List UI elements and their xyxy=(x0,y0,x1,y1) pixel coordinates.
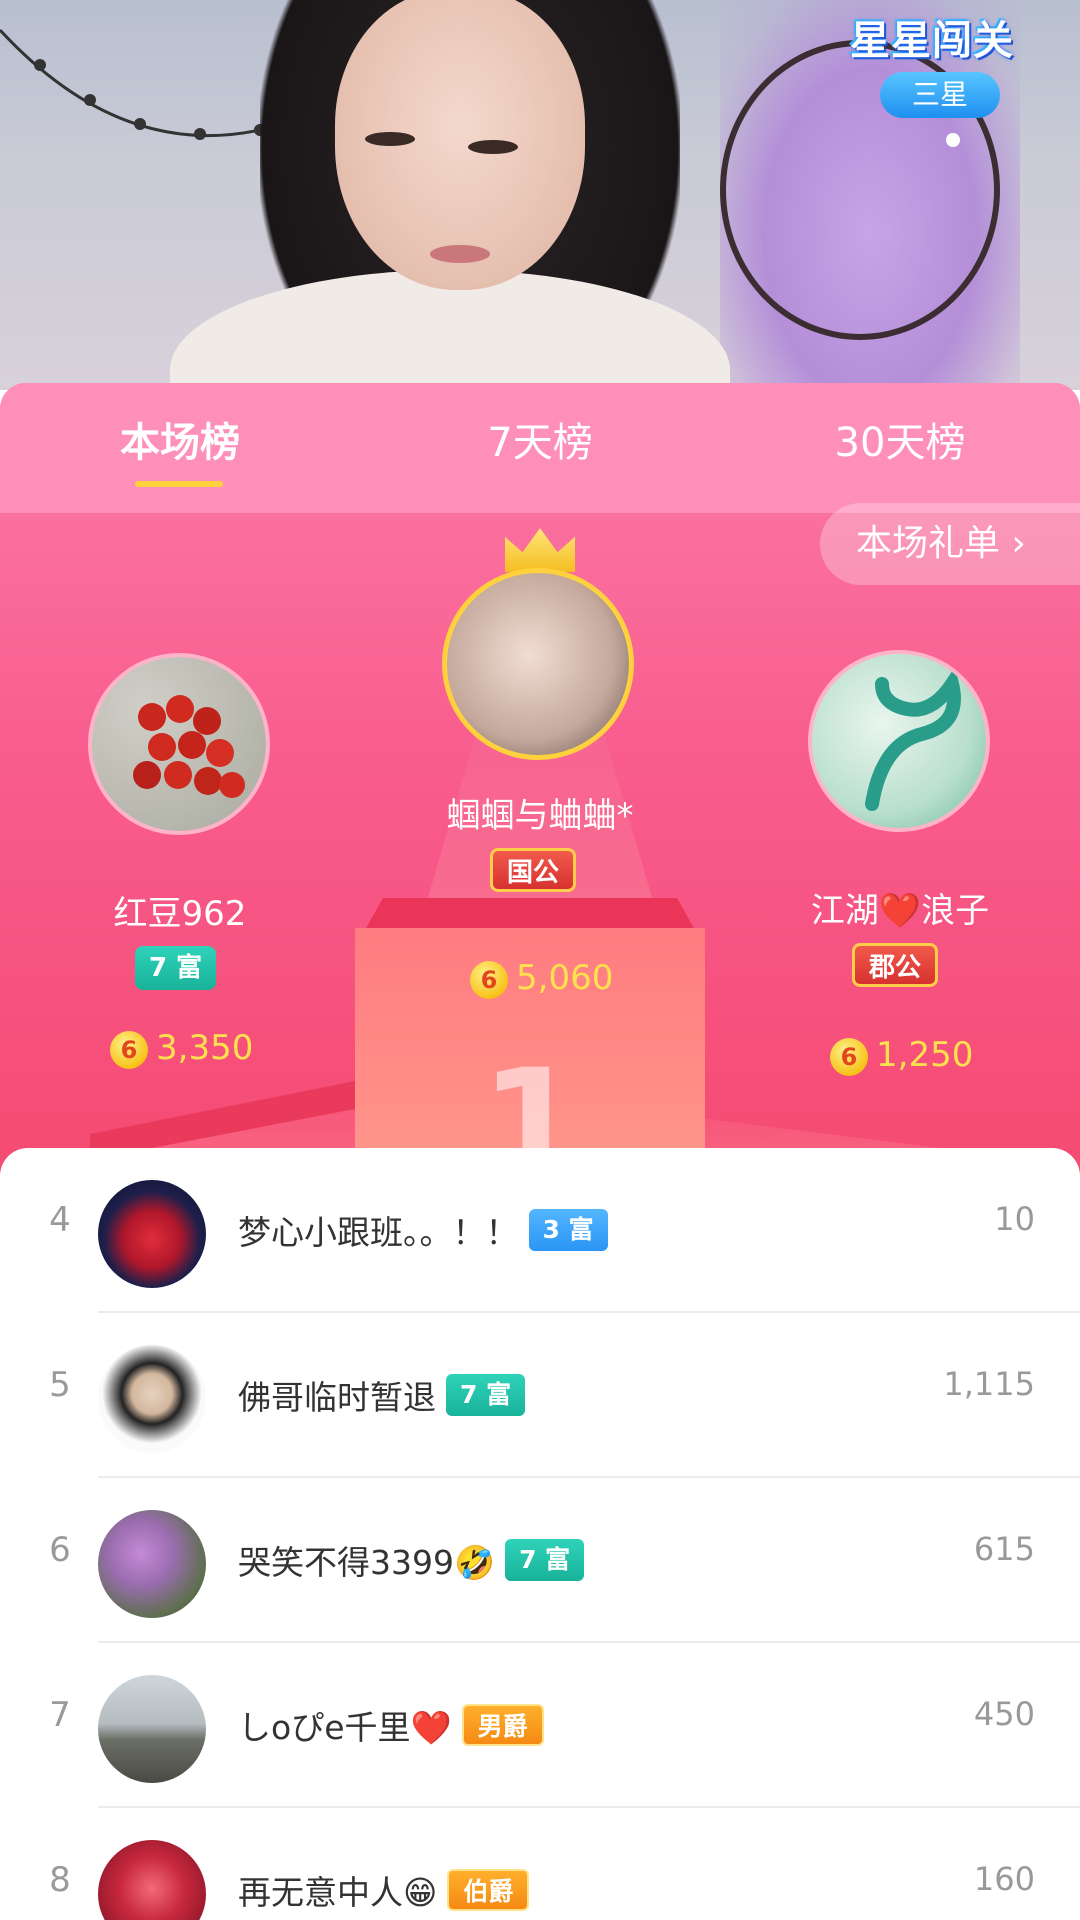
list-name[interactable]: しoぴe千里❤️ xyxy=(238,1701,452,1749)
list-item[interactable]: 4 梦心小跟班。。！！ 3 富 10 xyxy=(0,1148,1080,1313)
rich-level-badge: 7 富 xyxy=(446,1374,526,1416)
podium-third-score: 6 1,250 xyxy=(830,1033,973,1077)
list-name-wrap: 梦心小跟班。。！！ 3 富 xyxy=(238,1200,608,1260)
podium-first-rank-badge: 国公 xyxy=(490,848,577,892)
list-rank: 8 xyxy=(49,1860,71,1900)
list-name[interactable]: 哭笑不得3399🤣 xyxy=(238,1536,495,1584)
active-tab-underline xyxy=(135,481,223,487)
avatar-second[interactable] xyxy=(88,653,270,835)
list-item[interactable]: 6 哭笑不得3399🤣 7 富 615 xyxy=(0,1478,1080,1643)
list-name-wrap: 佛哥临时暂退 7 富 xyxy=(238,1365,526,1425)
rich-level-badge: 3 富 xyxy=(528,1209,608,1251)
list-item[interactable]: 5 佛哥临时暂退 7 富 1,115 xyxy=(0,1313,1080,1478)
podium-third-score-value: 1,250 xyxy=(876,1035,974,1075)
list-item[interactable]: 8 再无意中人😁 伯爵 160 xyxy=(0,1808,1080,1920)
tab-7-days[interactable]: 7天榜 xyxy=(450,413,630,473)
list-avatar[interactable] xyxy=(98,1675,206,1783)
streamer-eye-right xyxy=(468,140,518,154)
podium-second-score: 6 3,350 xyxy=(110,1026,253,1070)
podium-first-name[interactable]: 蝈蝈与蛐蛐* xyxy=(390,788,690,837)
list-score: 160 xyxy=(973,1860,1035,1898)
list-name-wrap: 哭笑不得3399🤣 7 富 xyxy=(238,1530,585,1590)
rank-list[interactable]: 4 梦心小跟班。。！！ 3 富 10 5 佛哥临时暂退 7 富 1,115 6 … xyxy=(0,1148,1080,1920)
list-rank: 7 xyxy=(49,1695,71,1735)
list-item[interactable]: 7 しoぴe千里❤️ 男爵 450 xyxy=(0,1643,1080,1808)
podium-third-name[interactable]: 江湖❤️浪子 xyxy=(750,883,1050,932)
dragon-picture xyxy=(865,666,961,811)
list-name-wrap: しoぴe千里❤️ 男爵 xyxy=(238,1695,544,1755)
list-score: 450 xyxy=(973,1695,1035,1733)
list-rank: 6 xyxy=(49,1530,71,1570)
live-video-area[interactable]: 星星闯关 三星 xyxy=(0,0,1080,390)
noble-title-badge: 男爵 xyxy=(461,1704,544,1746)
avatar-third[interactable] xyxy=(808,650,990,832)
star-level-badge[interactable]: 三星 xyxy=(880,72,1000,118)
tab-this-session[interactable]: 本场榜 xyxy=(90,413,270,473)
rich-level-badge: 7 富 xyxy=(505,1539,585,1581)
list-score: 615 xyxy=(973,1530,1035,1568)
streamer-mouth xyxy=(430,245,490,263)
list-avatar[interactable] xyxy=(98,1840,206,1920)
list-avatar[interactable] xyxy=(98,1510,206,1618)
list-name-wrap: 再无意中人😁 伯爵 xyxy=(238,1860,530,1920)
list-name[interactable]: 再无意中人😁 xyxy=(238,1866,437,1914)
list-name[interactable]: 梦心小跟班。。！！ xyxy=(238,1206,519,1254)
list-score: 10 xyxy=(994,1200,1035,1238)
podium-second-name[interactable]: 红豆962 xyxy=(30,886,330,935)
list-avatar[interactable] xyxy=(98,1180,206,1288)
podium-second-rich-badge: 7 富 xyxy=(135,946,217,990)
coin-icon: 6 xyxy=(110,1030,148,1069)
list-rank: 4 xyxy=(49,1200,71,1240)
tab-30-days[interactable]: 30天榜 xyxy=(810,413,990,473)
list-rank: 5 xyxy=(49,1365,71,1405)
podium-first-score: 6 5,060 xyxy=(470,956,613,1000)
list-avatar[interactable] xyxy=(98,1345,206,1453)
game-logo[interactable]: 星星闯关 xyxy=(850,8,1014,66)
crown-icon xyxy=(505,528,575,572)
red-beans-picture xyxy=(133,695,245,798)
podium-second-score-value: 3,350 xyxy=(156,1028,254,1068)
noble-title-badge: 伯爵 xyxy=(447,1869,530,1911)
streamer-eye-left xyxy=(365,132,415,146)
coin-icon: 6 xyxy=(470,960,508,999)
podium-third-rank-badge: 郡公 xyxy=(852,943,939,987)
podium-first-score-value: 5,060 xyxy=(516,958,614,998)
list-name[interactable]: 佛哥临时暂退 xyxy=(238,1371,436,1419)
coin-icon: 6 xyxy=(830,1037,868,1076)
list-score: 1,115 xyxy=(943,1365,1035,1403)
page-indicator-dot xyxy=(946,133,960,147)
avatar-first[interactable] xyxy=(442,568,634,760)
tab-bar: 本场榜 7天榜 30天榜 xyxy=(0,383,1080,513)
